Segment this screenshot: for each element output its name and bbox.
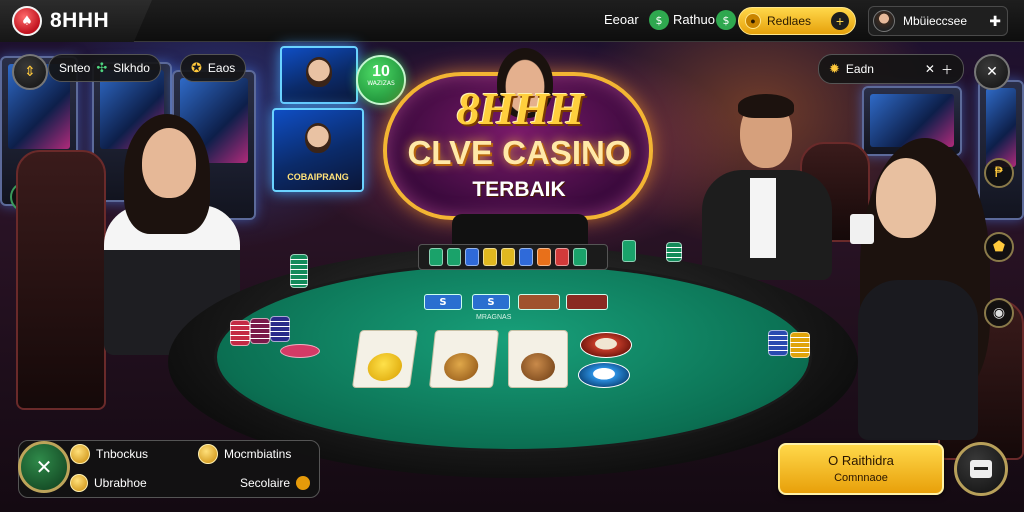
- chip-stack: [768, 330, 788, 356]
- shuffle-icon[interactable]: ✕: [925, 62, 935, 76]
- player-right-hair: [738, 94, 794, 118]
- puzzle-icon: ✣: [96, 60, 108, 75]
- promo-badge-text: WAZIZAS: [367, 80, 395, 87]
- cta-line-2: Comnnaoe: [834, 472, 888, 484]
- play-now-button[interactable]: O Raithidra Comnnaoe: [778, 443, 944, 495]
- felt-tile-a: S: [424, 294, 462, 310]
- game-card[interactable]: [508, 330, 568, 388]
- add-coins-button[interactable]: +: [831, 12, 849, 30]
- coin-icon: [296, 476, 311, 490]
- felt-tile-d: [566, 294, 608, 310]
- dollar-icon: $: [649, 10, 669, 30]
- chip-stack: [250, 318, 270, 344]
- menu-item-4[interactable]: Secolaire: [240, 476, 311, 490]
- brand-logo[interactable]: ♠ 8HHH: [0, 0, 152, 42]
- location-icon[interactable]: ◉: [984, 298, 1014, 328]
- poster-caption: COBAIPRANG: [287, 172, 349, 182]
- coin-bag-icon: ✪: [191, 60, 202, 75]
- user-profile[interactable]: Mbüieccsee ✚: [868, 6, 1008, 36]
- gamepad-icon[interactable]: ✚: [989, 13, 1001, 30]
- top-bar: ♠ 8HHH Eeoar $ Rathuo $ ● Redlaes + Mbüi…: [0, 0, 1024, 42]
- menu-item-1-label: Tnbockus: [96, 447, 149, 461]
- promo-badge-value: 10: [372, 63, 390, 80]
- chip-stack: [790, 332, 810, 358]
- cta-line-1: O Raithidra: [828, 453, 894, 468]
- chip-stack: [280, 344, 320, 358]
- tools-menu-button[interactable]: ✕: [18, 441, 70, 493]
- store-icon: [970, 460, 992, 478]
- chair: [16, 150, 106, 410]
- felt-tile-c: [518, 294, 560, 310]
- chip-stack: [270, 316, 290, 342]
- nav-link-2[interactable]: Rathuo: [673, 12, 715, 27]
- felt-tile-b: S: [472, 294, 510, 310]
- food-plate: [578, 362, 630, 388]
- coin-icon: [70, 474, 88, 492]
- player-right-shirt: [750, 178, 776, 258]
- logo-subtitle: TERBAIK: [472, 178, 566, 201]
- menu-item-3[interactable]: Ubrabhoe: [70, 474, 147, 492]
- gear-icon: ✹: [829, 61, 840, 76]
- cup: [850, 214, 874, 244]
- avatar: [873, 10, 895, 32]
- hud-pill-label-b: Slkhdo: [113, 61, 150, 75]
- menu-item-1[interactable]: Tnbockus: [70, 444, 148, 464]
- nav-link-1[interactable]: Eeoar: [604, 12, 639, 27]
- chip-stack: [290, 254, 308, 288]
- username: Mbüieccsee: [903, 14, 968, 28]
- coin-icon: [198, 444, 218, 464]
- hud-pill-label-c: Eaos: [207, 61, 236, 75]
- promo-poster: COBAIPRANG: [272, 108, 364, 192]
- promo-badge[interactable]: 10 WAZIZAS: [356, 55, 406, 105]
- player-woman: [858, 280, 978, 440]
- shield-icon[interactable]: ⬟: [984, 232, 1014, 262]
- food-plate: [580, 332, 632, 358]
- promo-poster: [280, 46, 358, 104]
- slot-machine: [978, 80, 1024, 220]
- coin-icon: ●: [745, 13, 761, 29]
- menu-item-3-label: Ubrabhoe: [94, 476, 147, 490]
- settings-pill[interactable]: ✹ Eadn ✕ ＋: [818, 54, 964, 84]
- dollar-icon: $: [716, 10, 736, 30]
- menu-item-2-label: Mocmbiatins: [224, 447, 292, 461]
- hud-pill-label-a: Snteo: [59, 61, 91, 75]
- wrench-icon[interactable]: ✕: [974, 54, 1010, 90]
- game-card[interactable]: [351, 330, 419, 388]
- chip-tray: [418, 244, 608, 270]
- hud-pill-group[interactable]: Snteo ✣ Slkhdo: [48, 54, 161, 82]
- add-icon[interactable]: ＋: [941, 61, 953, 78]
- settings-pill-label: Eadn: [845, 62, 874, 76]
- player-woman-face: [876, 158, 936, 238]
- game-card[interactable]: [428, 330, 500, 388]
- coin-balance-pill[interactable]: ● Redlaes +: [738, 7, 856, 35]
- coin-icon: [70, 444, 90, 464]
- casino-chip-icon: ♠: [12, 6, 42, 36]
- menu-item-4-label: Secolaire: [240, 476, 291, 490]
- hud-pill-c[interactable]: ✪ Eaos: [180, 54, 247, 82]
- logo-title: CLVE CASINO: [407, 134, 631, 171]
- store-button[interactable]: [954, 442, 1008, 496]
- host-body: [452, 214, 588, 248]
- logo-text: 8HHH: [50, 9, 110, 32]
- felt-caption: MRAGNAS: [476, 314, 512, 321]
- logo-top-text: 8HHH: [456, 83, 584, 134]
- currency-icon[interactable]: ₱: [984, 158, 1014, 188]
- menu-item-2[interactable]: Mocmbiatins: [198, 444, 291, 464]
- chip-stack: [622, 240, 636, 262]
- chip-stack: [230, 320, 250, 346]
- swap-icon[interactable]: ⇕: [12, 54, 48, 90]
- player-left-face: [142, 128, 196, 198]
- coin-pill-label: Redlaes: [767, 14, 812, 28]
- chip-stack: [666, 242, 682, 262]
